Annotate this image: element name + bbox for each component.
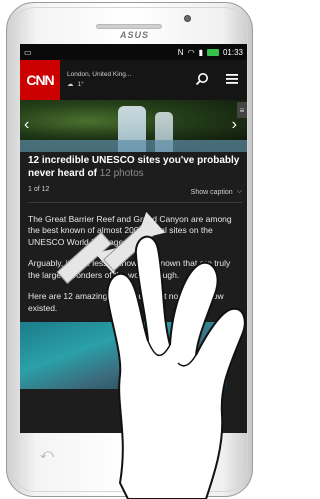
front-camera (184, 15, 191, 22)
status-bar: ▭ N ◠ ▮ 01:33 (20, 44, 247, 60)
earpiece-speaker (96, 24, 162, 29)
menu-icon[interactable] (217, 72, 247, 88)
battery-icon (206, 48, 219, 56)
gallery-hero-image[interactable]: ‹ › (20, 100, 247, 152)
status-time: 01:33 (222, 47, 243, 57)
search-icon[interactable] (187, 72, 217, 89)
notification-icon: ▭ (24, 47, 32, 57)
cloud-sun-icon: ☁ (67, 81, 74, 88)
photos-count[interactable]: 12 photos (100, 168, 144, 179)
weather-widget[interactable]: London, United King... ☁ 1° (60, 70, 187, 90)
side-menu-tab-icon[interactable]: ≡ (237, 102, 247, 118)
water-shape (20, 140, 247, 152)
chevron-down-icon: ⌵ (236, 188, 242, 195)
gallery-prev-icon[interactable]: ‹ (24, 116, 29, 134)
divider (28, 202, 242, 203)
back-icon[interactable]: ⤺ (40, 446, 54, 462)
gallery-next-icon[interactable]: › (232, 116, 237, 134)
gallery-counter: 1 of 12 (28, 186, 50, 193)
app-header: CNN London, United King... ☁ 1° (20, 60, 247, 100)
weather-temperature: 1° (77, 81, 84, 88)
gallery-meta: 1 of 12 Show caption ⌵ (28, 186, 242, 198)
weather-location: London, United King... (67, 71, 132, 79)
show-caption-label: Show caption (190, 188, 233, 196)
show-caption-button[interactable]: Show caption ⌵ (191, 186, 242, 198)
pinch-gesture-icon (106, 235, 246, 499)
device-brand-logo: ASUS (120, 30, 150, 40)
article-headline: 12 incredible UNESCO sites you've probab… (28, 154, 242, 180)
signal-icon: ▮ (198, 47, 203, 57)
cnn-logo[interactable]: CNN (20, 60, 60, 100)
wifi-icon: ◠ (187, 47, 195, 57)
nfc-indicator: N (177, 47, 184, 57)
